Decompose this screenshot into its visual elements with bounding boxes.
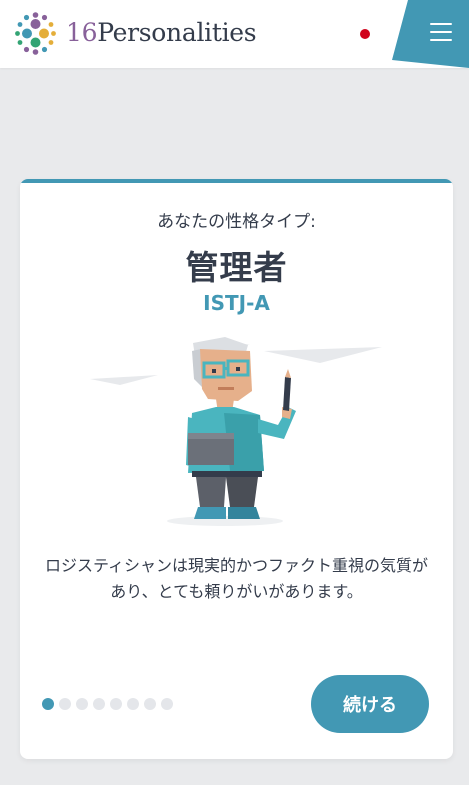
progress-dot xyxy=(110,698,122,710)
logistician-character-illustration xyxy=(90,337,382,526)
result-card: あなたの性格タイプ: 管理者 ISTJ-A ロジスティシャンは現実的かつファクト… xyxy=(20,179,453,759)
result-subtitle: あなたの性格タイプ: xyxy=(157,212,316,232)
brand-name[interactable]: 16Personalities xyxy=(66,18,257,47)
type-description: ロジスティシャンは現実的かつファクト重視の気質があり、とても頼りがいがあります。 xyxy=(44,556,429,601)
progress-dot xyxy=(59,698,71,710)
progress-dots xyxy=(42,698,173,710)
16personalities-logo-icon[interactable] xyxy=(13,11,58,56)
personality-type-code: ISTJ-A xyxy=(203,291,270,315)
progress-dot xyxy=(76,698,88,710)
japan-flag-icon[interactable] xyxy=(358,27,372,41)
hamburger-menu-button[interactable] xyxy=(392,0,469,68)
progress-dot xyxy=(42,698,54,710)
brand-text: Personalities xyxy=(97,18,257,47)
progress-dot xyxy=(93,698,105,710)
continue-button[interactable]: 続ける xyxy=(311,675,429,733)
progress-dot xyxy=(161,698,173,710)
brand-number: 16 xyxy=(66,18,98,47)
personality-type-name: 管理者 xyxy=(185,248,288,287)
site-header: 16Personalities xyxy=(0,0,469,68)
hamburger-menu-icon xyxy=(430,23,452,47)
progress-dot xyxy=(144,698,156,710)
progress-dot xyxy=(127,698,139,710)
card-accent-bar xyxy=(20,179,453,183)
